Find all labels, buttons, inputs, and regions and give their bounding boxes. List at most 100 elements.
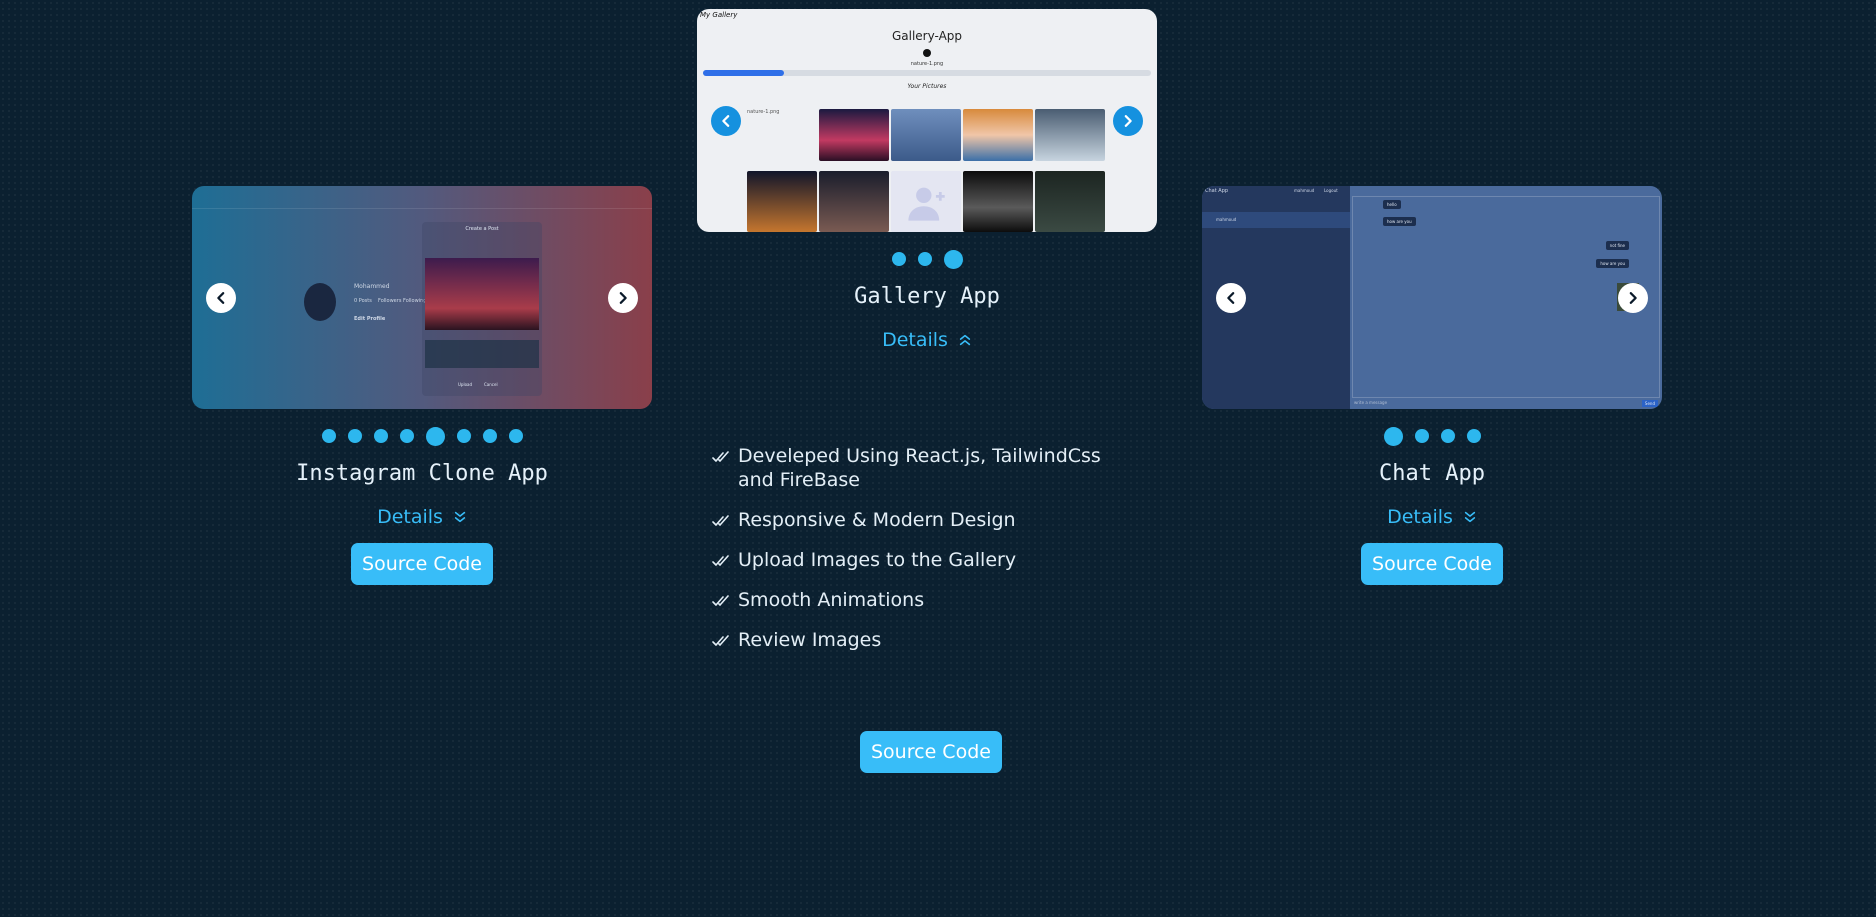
project-card-chat: Chat App mahmoud Logout mahmoud hello ho… (1202, 186, 1662, 585)
gallery-thumb-placeholder (891, 171, 961, 232)
chat-message: hello (1383, 200, 1401, 209)
carousel-dot[interactable] (1440, 429, 1455, 443)
gallery-section-title: Your Pictures (907, 83, 947, 90)
chat-current-user: mahmoud (1294, 188, 1315, 193)
carousel-dots (1202, 426, 1662, 446)
feature-text: Smooth Animations (738, 589, 925, 611)
carousel-dots (192, 426, 652, 446)
feature-text: Responsive & Modern Design (738, 509, 1016, 531)
details-label: Details (377, 506, 443, 528)
details-toggle[interactable]: Details (882, 329, 972, 351)
modal-caption-box (425, 340, 539, 368)
carousel-dot[interactable] (917, 252, 932, 266)
carousel-dot[interactable] (373, 429, 388, 443)
feature-item: Upload Images to the Gallery (712, 548, 1132, 572)
source-code-button[interactable]: Source Code (1361, 543, 1503, 585)
gallery-thumb (1035, 109, 1105, 161)
profile-name: Mohammed (354, 283, 390, 290)
chat-send: Send (1641, 400, 1658, 407)
profile-avatar (304, 283, 336, 321)
carousel-dot-active[interactable] (943, 249, 963, 269)
carousel-dot-active[interactable] (425, 426, 445, 446)
gallery-thumb (963, 109, 1033, 161)
carousel-dot[interactable] (399, 429, 414, 443)
carousel-dot[interactable] (321, 429, 336, 443)
profile-followers: Followers (378, 298, 402, 304)
carousel-prev-button[interactable] (1216, 282, 1246, 313)
details-toggle[interactable]: Details (1387, 506, 1477, 528)
chat-logout: Logout (1324, 188, 1338, 193)
carousel-dot[interactable] (347, 429, 362, 443)
project-title: Instagram Clone App (296, 461, 548, 486)
modal-cancel: Cancel (484, 382, 498, 387)
feature-item: Smooth Animations (712, 588, 1132, 612)
gallery-thumb (891, 109, 961, 161)
gallery-app-title: Gallery-App (891, 29, 963, 43)
carousel-next-button[interactable] (1113, 106, 1143, 136)
carousel-prev-button[interactable] (711, 106, 741, 136)
carousel-dot[interactable] (1466, 429, 1481, 443)
screenshot-topbar (192, 186, 652, 209)
gallery-thumb (747, 171, 817, 232)
gallery-thumb (1035, 171, 1105, 232)
project-title: Chat App (1379, 461, 1485, 486)
carousel-prev-button[interactable] (206, 282, 236, 313)
chat-messages: hello how are you not fine how are you (1352, 196, 1660, 398)
feature-text: Upload Images to the Gallery (738, 549, 1017, 571)
double-chevron-up-icon (959, 334, 971, 346)
carousel-dot[interactable] (508, 429, 523, 443)
details-label: Details (882, 329, 948, 351)
profile-posts: 0 Posts (354, 298, 372, 304)
chevron-left-icon (722, 115, 730, 127)
double-check-icon (712, 635, 729, 646)
gallery-thumb (963, 171, 1033, 232)
contact-name: mahmoud (1216, 217, 1237, 222)
carousel-dot-active[interactable] (1383, 426, 1403, 446)
carousel-next-button[interactable] (608, 282, 638, 313)
chat-input: write a message (1354, 400, 1388, 405)
carousel-dot[interactable] (1414, 429, 1429, 443)
double-chevron-down-icon (1464, 511, 1476, 523)
double-check-icon (712, 555, 729, 566)
source-code-button[interactable]: Source Code (860, 731, 1002, 773)
carousel-dot[interactable] (891, 252, 906, 266)
double-check-icon (712, 451, 729, 462)
broken-image-alt: nature-1.png (747, 109, 780, 115)
chat-contact: mahmoud (1202, 212, 1350, 228)
add-user-icon (908, 187, 945, 221)
create-post-modal: Create a Post Upload Cancel (422, 222, 542, 396)
carousel-dot[interactable] (482, 429, 497, 443)
double-chevron-down-icon (454, 511, 466, 523)
chevron-left-icon (217, 291, 225, 304)
chat-message: how are you (1383, 217, 1416, 226)
modal-upload: Upload (458, 382, 473, 387)
modal-heading: Create a Post (465, 226, 499, 232)
carousel-dot[interactable] (456, 429, 471, 443)
chevron-left-icon (1227, 291, 1235, 304)
chevron-right-icon (1124, 115, 1132, 127)
double-check-icon (712, 595, 729, 606)
upload-filename: nature-1.png (910, 61, 944, 67)
double-check-icon (712, 515, 729, 526)
carousel-dots (697, 249, 1157, 269)
feature-item: Develeped Using React.js, TailwindCss an… (712, 444, 1132, 492)
project-title: Gallery App (854, 284, 1000, 309)
upload-progress-track (703, 70, 1151, 76)
gallery-logo: My Gallery (700, 11, 738, 19)
project-screenshot: Mohammed 0 Posts Followers Following Edi… (192, 186, 652, 409)
gallery-thumb (819, 171, 889, 232)
chat-message: not fine (1605, 241, 1629, 250)
carousel-next-button[interactable] (1618, 282, 1648, 313)
project-screenshot: Chat App mahmoud Logout mahmoud hello ho… (1202, 186, 1662, 409)
chat-app-name: Chat App (1205, 188, 1229, 194)
chat-message: how are you (1596, 259, 1629, 268)
upload-dot (923, 49, 931, 57)
upload-progress-fill (703, 70, 784, 76)
gallery-thumb (819, 109, 889, 161)
feature-text: Review Images (738, 629, 882, 651)
profile-edit: Edit Profile (354, 316, 386, 322)
project-card-gallery: My Gallery Gallery-App nature-1.png Your… (697, 9, 1157, 351)
details-toggle[interactable]: Details (377, 506, 467, 528)
modal-preview (425, 258, 539, 330)
source-code-button[interactable]: Source Code (351, 543, 493, 585)
